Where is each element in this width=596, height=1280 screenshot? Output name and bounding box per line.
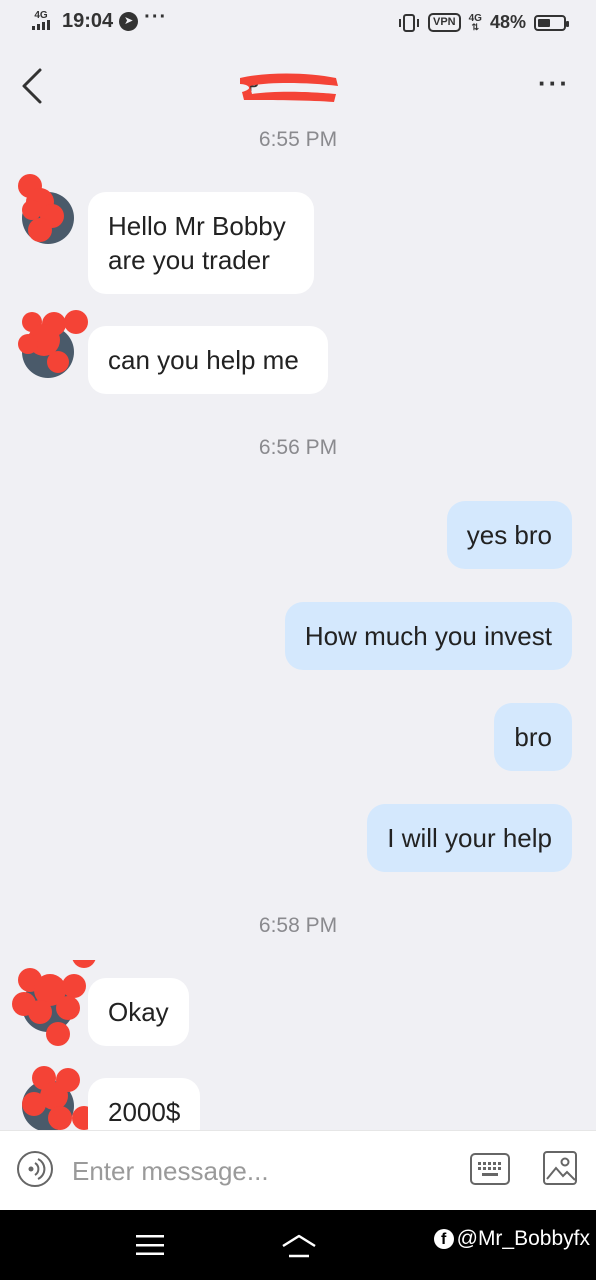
home-icon <box>282 1234 316 1258</box>
keyboard-button[interactable] <box>470 1153 510 1185</box>
image-attach-button[interactable] <box>543 1151 577 1185</box>
timestamp: 6:58 PM <box>258 914 338 937</box>
vibrate-icon <box>399 13 419 32</box>
redaction-scribble <box>18 174 64 242</box>
facebook-icon: f <box>433 1229 454 1249</box>
battery-level <box>538 18 550 27</box>
outgoing-message[interactable]: bro <box>494 703 572 771</box>
contact-name: P <box>236 70 340 104</box>
redaction-scribble <box>12 960 96 1046</box>
system-nav-bar: f @Mr_Bobbyfx <box>0 1210 596 1280</box>
voice-icon <box>28 1158 46 1180</box>
status-bar: 4G 19:04 ➤ ··· VPN 4G ⇅ 48% <box>0 0 596 46</box>
keyboard-icon <box>478 1162 501 1176</box>
more-notifications-indicator: ··· <box>144 6 168 28</box>
avatar <box>18 174 74 244</box>
outgoing-message[interactable]: yes bro <box>446 501 572 569</box>
timestamp: 6:55 PM <box>258 128 338 151</box>
battery-percent: 48% <box>489 12 526 32</box>
menu-icon <box>136 1235 164 1255</box>
outgoing-message[interactable]: How much you invest <box>284 602 572 670</box>
mobile-data-icon: 4G ⇅ <box>468 12 482 32</box>
vpn-badge: VPN <box>428 13 461 32</box>
telegram-icon: ➤ <box>119 12 139 31</box>
message-composer <box>0 1130 596 1211</box>
more-options-button[interactable]: ··· <box>538 70 570 96</box>
outgoing-message[interactable]: I will your help <box>367 804 572 872</box>
timestamp: 6:56 PM <box>258 436 338 459</box>
back-button[interactable] <box>16 64 52 108</box>
redaction-scribble <box>240 73 338 102</box>
chevron-left-icon <box>22 68 42 104</box>
chat-header: P ··· <box>0 50 596 122</box>
avatar <box>18 310 88 378</box>
clock: 19:04 <box>62 10 114 32</box>
network-type: 4G <box>34 10 48 21</box>
message-input[interactable] <box>70 1149 454 1193</box>
incoming-message[interactable]: Hello Mr Bobby are you trader <box>88 192 314 294</box>
battery-icon <box>534 14 569 31</box>
signal-icon: 4G <box>32 11 50 32</box>
watermark: f @Mr_Bobbyfx <box>433 1227 590 1251</box>
avatar <box>22 1066 90 1132</box>
redaction-scribble <box>22 1066 90 1130</box>
watermark-text: @Mr_Bobbyfx <box>456 1227 590 1250</box>
voice-input-button[interactable] <box>17 1151 53 1187</box>
image-icon <box>546 1157 575 1181</box>
redaction-scribble <box>18 310 88 373</box>
incoming-message[interactable]: can you help me <box>88 326 328 394</box>
home-button[interactable] <box>280 1230 318 1262</box>
menu-button[interactable] <box>136 1235 164 1255</box>
incoming-message[interactable]: Okay <box>88 978 189 1046</box>
avatar <box>12 960 96 1046</box>
